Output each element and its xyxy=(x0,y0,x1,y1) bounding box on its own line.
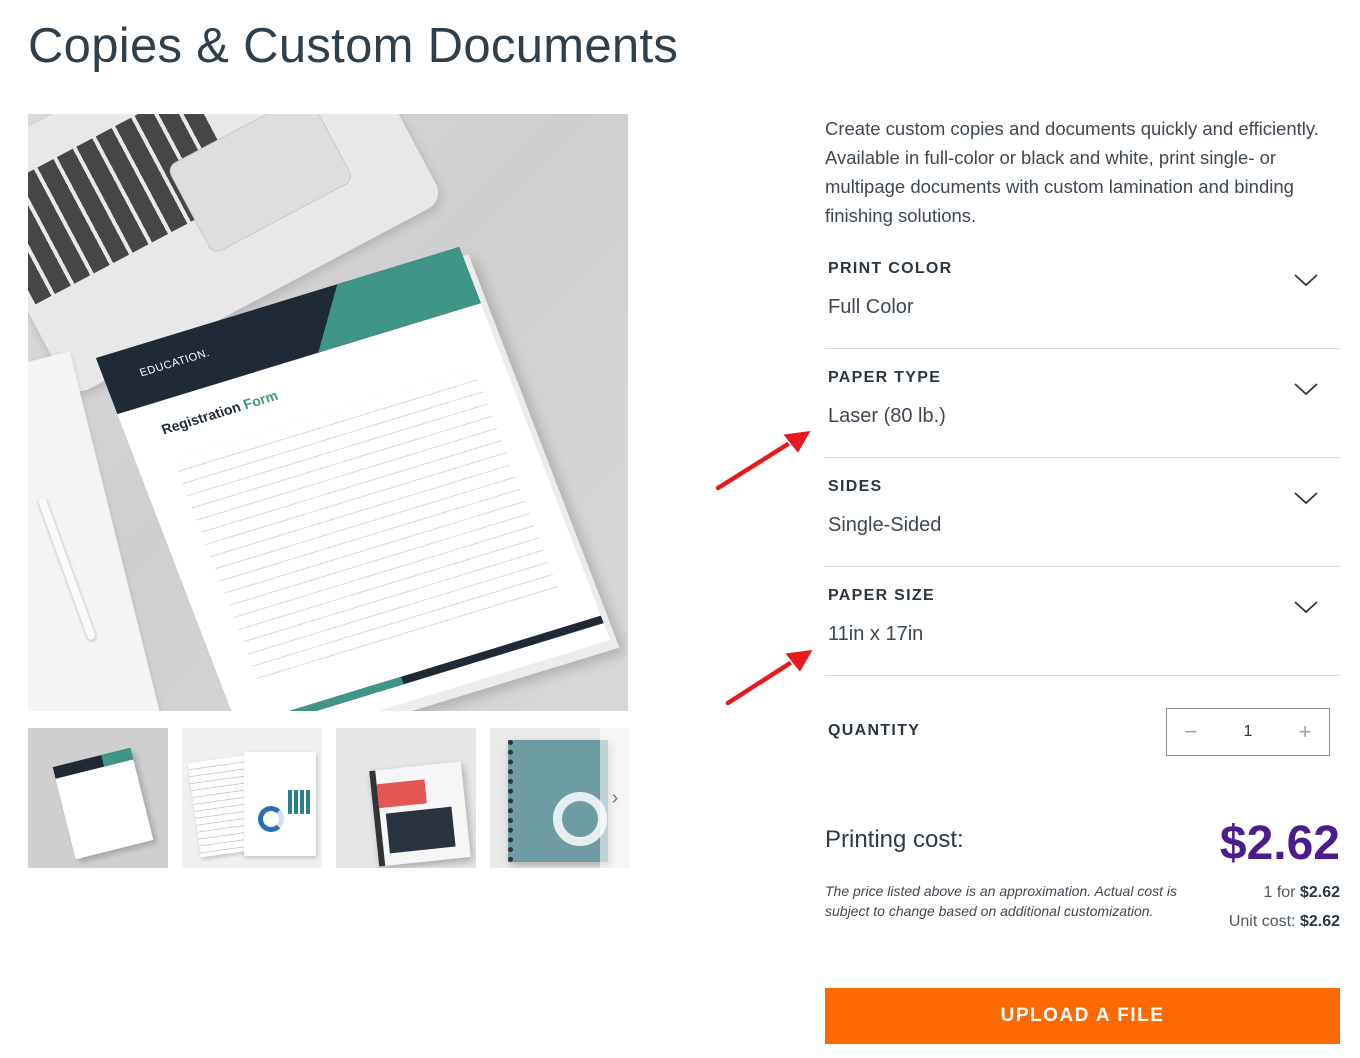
printing-cost-label: Printing cost: xyxy=(825,826,964,853)
option-label: PAPER SIZE xyxy=(828,587,935,604)
paper-size-dropdown[interactable]: PAPER SIZE 11in x 17in xyxy=(825,567,1340,676)
option-label: PAPER TYPE xyxy=(828,369,942,386)
product-description: Create custom copies and documents quick… xyxy=(825,118,1319,226)
quantity-label: QUANTITY xyxy=(828,722,921,739)
print-color-dropdown[interactable]: PRINT COLOR Full Color xyxy=(825,240,1340,349)
option-value: Laser (80 lb.) xyxy=(828,405,946,427)
page-title: Copies & Custom Documents xyxy=(28,19,679,73)
quantity-price-line: 1 for $2.62 xyxy=(1263,884,1340,901)
thumbnail-business-proposal[interactable] xyxy=(336,728,476,868)
thumbnail-registration-form[interactable] xyxy=(28,728,168,868)
thumbnail-strip: › xyxy=(28,728,630,868)
unit-cost-line: Unit cost: $2.62 xyxy=(1228,913,1340,930)
quantity-increment-button[interactable]: + xyxy=(1281,709,1329,755)
upload-file-button[interactable]: UPLOAD A FILE xyxy=(825,988,1340,1044)
annotation-arrow-icon xyxy=(724,648,816,707)
option-label: PRINT COLOR xyxy=(828,260,953,277)
chevron-right-icon[interactable]: › xyxy=(600,728,630,868)
price-disclaimer: The price listed above is an approximati… xyxy=(825,883,1177,919)
product-main-image: EDUCATION. Registration Form xyxy=(28,114,628,711)
thumbnail-financial-projection[interactable] xyxy=(182,728,322,868)
quantity-decrement-button[interactable]: − xyxy=(1167,709,1215,755)
quantity-stepper[interactable]: − 1 + xyxy=(1166,708,1330,756)
option-value: 11in x 17in xyxy=(828,623,924,645)
chevron-down-icon xyxy=(1294,601,1318,614)
thumbnail-marketing-proposal[interactable]: › xyxy=(490,728,630,868)
chevron-down-icon xyxy=(1294,383,1318,396)
price-total: $2.62 xyxy=(1219,817,1340,870)
quantity-value[interactable]: 1 xyxy=(1215,723,1281,741)
option-label: SIDES xyxy=(828,478,883,495)
annotation-arrow-icon xyxy=(714,429,814,492)
option-value: Single-Sided xyxy=(828,514,942,536)
chevron-down-icon xyxy=(1294,492,1318,505)
option-value: Full Color xyxy=(828,296,914,318)
paper-type-dropdown[interactable]: PAPER TYPE Laser (80 lb.) xyxy=(825,349,1340,458)
sides-dropdown[interactable]: SIDES Single-Sided xyxy=(825,458,1340,567)
chevron-down-icon xyxy=(1294,274,1318,287)
